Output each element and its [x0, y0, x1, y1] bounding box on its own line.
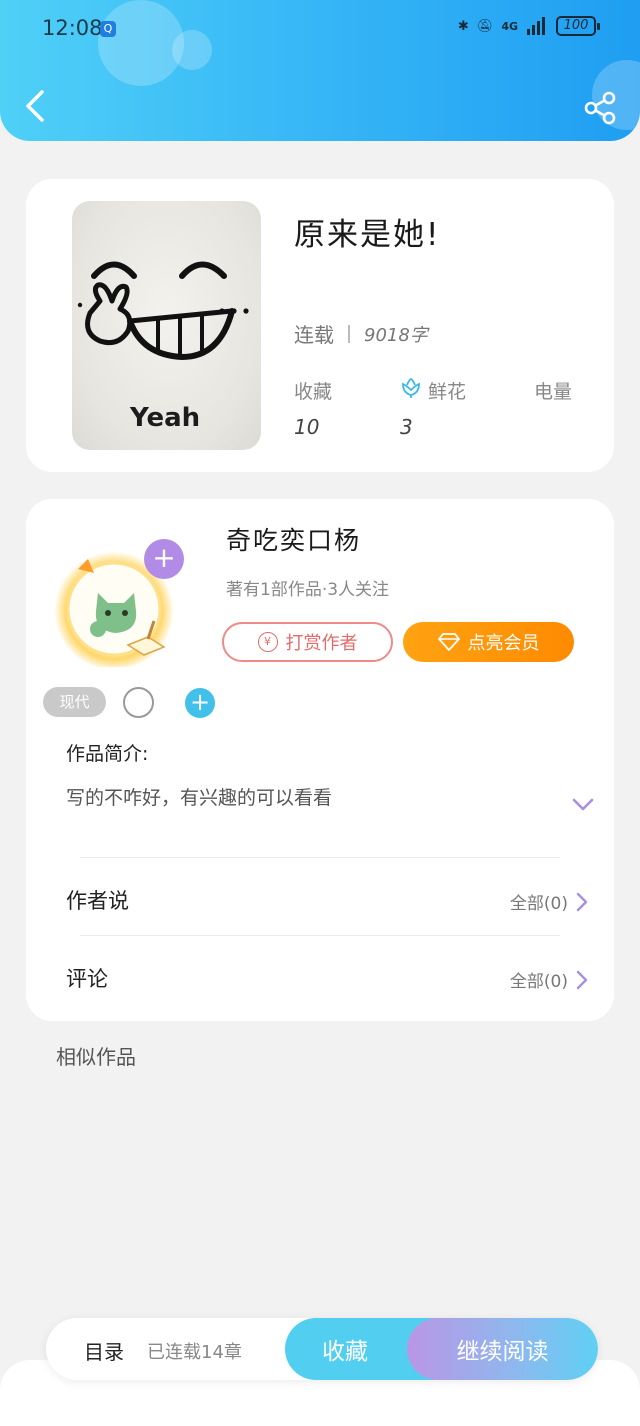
continue-reading-button[interactable]: 继续阅读 — [407, 1318, 598, 1380]
chevron-down-icon[interactable] — [571, 795, 595, 813]
intro-text: 写的不咋好，有兴趣的可以看看 — [66, 787, 333, 809]
diamond-icon — [437, 633, 460, 651]
comments-label: 评论 — [66, 967, 108, 991]
back-button[interactable] — [22, 88, 50, 124]
share-button[interactable] — [582, 90, 618, 126]
author-avatar[interactable]: + — [48, 539, 184, 667]
author-says-row[interactable]: 作者说 全部(0) — [26, 861, 614, 933]
yen-icon: ¥ — [257, 632, 278, 652]
stat-value-flowers: 3 — [400, 415, 413, 439]
stat-label-favorites: 收藏 — [294, 381, 333, 403]
continue-reading-label: 继续阅读 — [456, 1339, 549, 1365]
chapter-count: 已连载14章 — [147, 1342, 242, 1363]
intro-label: 作品简介: — [66, 743, 149, 765]
bluetooth-icon: ✱ — [457, 18, 469, 34]
chevron-right-icon — [576, 970, 588, 989]
bottom-action-bar: 目录 已连载14章 收藏 继续阅读 — [46, 1318, 598, 1380]
author-says-more[interactable]: 全部(0) — [510, 889, 588, 914]
vip-button[interactable]: 点亮会员 — [403, 622, 574, 662]
serial-status: 连载 — [294, 323, 334, 347]
cover-text: Yeah — [130, 403, 201, 433]
tip-author-button[interactable]: ¥ 打赏作者 — [222, 622, 393, 662]
book-cover[interactable]: Yeah — [72, 201, 261, 450]
search-notification-icon: Q — [100, 21, 116, 37]
similar-works-title: 相似作品 — [56, 1045, 136, 1069]
tip-author-label: 打赏作者 — [285, 633, 358, 654]
comments-count: 全部(0) — [509, 972, 568, 992]
author-says-label: 作者说 — [66, 889, 129, 913]
divider — [80, 857, 560, 858]
vip-label: 点亮会员 — [467, 633, 540, 654]
divider — [80, 935, 560, 936]
stat-label-flowers: 鲜花 — [428, 381, 467, 403]
word-count: 9018字 — [364, 324, 428, 346]
book-title: 原来是她! — [294, 217, 441, 253]
status-time: 12:08 — [42, 16, 103, 40]
header-bar: 12:08 Q ✱ 🔕︎ 4G 100 — [0, 0, 640, 141]
flower-icon — [402, 377, 420, 398]
stat-label-power: 电量 — [534, 381, 573, 403]
chevron-right-icon — [576, 892, 588, 911]
book-info-card: Yeah 原来是她! 连载 9018字 收藏 鲜花 电量 10 3 — [26, 179, 614, 472]
comments-row[interactable]: 评论 全部(0) — [26, 939, 614, 1011]
author-says-count: 全部(0) — [509, 894, 568, 914]
decor-bubble — [98, 0, 184, 86]
follow-author-button[interactable]: + — [144, 539, 184, 579]
mute-icon: 🔕︎ — [476, 18, 494, 34]
status-icons: ✱ 🔕︎ 4G 100 — [457, 16, 600, 36]
author-name: 奇吃奕口杨 — [226, 526, 362, 555]
toc-button[interactable]: 目录 — [84, 1336, 124, 1365]
decor-bubble — [172, 30, 212, 70]
tag-empty-circle[interactable] — [123, 687, 154, 718]
add-tag-button[interactable]: + — [185, 688, 215, 718]
author-card: + 奇吃奕口杨 著有1部作品·3人关注 ¥ 打赏作者 点亮会员 现代 + 作品简… — [26, 499, 614, 1021]
signal-icon — [527, 17, 545, 35]
network-label: 4G — [501, 19, 518, 33]
divider — [348, 324, 350, 343]
tag-modern[interactable]: 现代 — [43, 687, 106, 717]
stats-labels: 收藏 鲜花 电量 — [294, 377, 594, 407]
author-meta: 著有1部作品·3人关注 — [226, 580, 390, 600]
comments-more[interactable]: 全部(0) — [510, 967, 588, 992]
collect-label: 收藏 — [322, 1339, 368, 1365]
serial-info: 连载 9018字 — [294, 319, 428, 348]
battery-icon: 100 — [556, 16, 600, 36]
stat-value-favorites: 10 — [294, 415, 320, 439]
